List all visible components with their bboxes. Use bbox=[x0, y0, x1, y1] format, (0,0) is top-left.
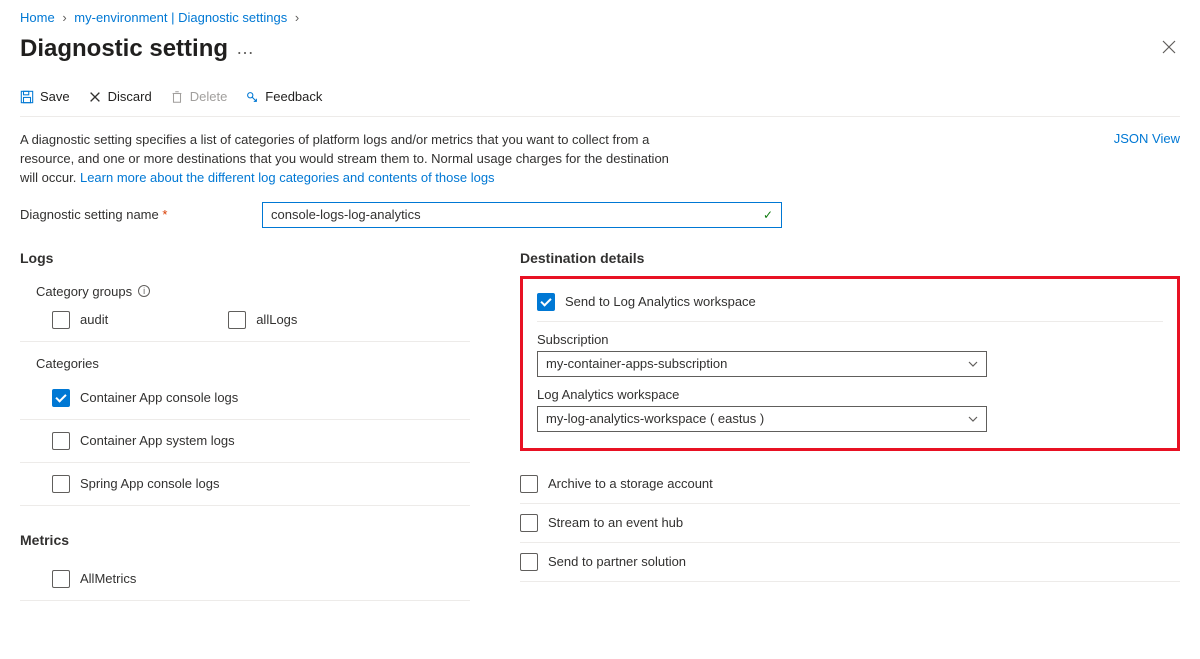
close-icon bbox=[1162, 40, 1176, 54]
workspace-label: Log Analytics workspace bbox=[537, 377, 1163, 406]
save-icon bbox=[20, 90, 34, 104]
eventhub-row: Stream to an event hub bbox=[520, 504, 1180, 543]
json-view-link[interactable]: JSON View bbox=[1114, 131, 1180, 146]
logs-heading: Logs bbox=[20, 250, 470, 276]
subscription-value: my-container-apps-subscription bbox=[546, 356, 727, 371]
page-title: Diagnostic setting bbox=[20, 35, 228, 63]
eventhub-checkbox[interactable] bbox=[520, 514, 538, 532]
all-metrics-checkbox[interactable] bbox=[52, 570, 70, 588]
learn-more-link[interactable]: Learn more about the different log categ… bbox=[80, 170, 495, 185]
save-label: Save bbox=[40, 89, 70, 104]
chevron-down-icon bbox=[968, 359, 978, 369]
name-input-value: console-logs-log-analytics bbox=[271, 207, 421, 222]
validation-check-icon: ✓ bbox=[763, 208, 773, 222]
breadcrumb: Home › my-environment | Diagnostic setti… bbox=[20, 0, 1180, 31]
breadcrumb-home[interactable]: Home bbox=[20, 10, 55, 25]
feedback-icon bbox=[245, 90, 259, 104]
subscription-select[interactable]: my-container-apps-subscription bbox=[537, 351, 987, 377]
toolbar: Save Discard Delete Feedback bbox=[20, 81, 1180, 117]
close-button[interactable] bbox=[1158, 36, 1180, 63]
breadcrumb-environment[interactable]: my-environment | Diagnostic settings bbox=[74, 10, 287, 25]
chevron-right-icon: › bbox=[62, 10, 66, 25]
subscription-label: Subscription bbox=[537, 322, 1163, 351]
audit-label: audit bbox=[80, 312, 108, 327]
audit-checkbox[interactable] bbox=[52, 311, 70, 329]
spring-logs-label: Spring App console logs bbox=[80, 476, 219, 491]
chevron-right-icon: › bbox=[295, 10, 299, 25]
category-groups-label: Category groups bbox=[36, 284, 132, 299]
law-row: Send to Log Analytics workspace bbox=[537, 289, 1163, 322]
more-menu-button[interactable]: … bbox=[236, 38, 254, 59]
workspace-value: my-log-analytics-workspace ( eastus ) bbox=[546, 411, 764, 426]
archive-row: Archive to a storage account bbox=[520, 465, 1180, 504]
all-logs-checkbox[interactable] bbox=[228, 311, 246, 329]
save-button[interactable]: Save bbox=[20, 89, 70, 104]
eventhub-label: Stream to an event hub bbox=[548, 515, 683, 530]
workspace-select[interactable]: my-log-analytics-workspace ( eastus ) bbox=[537, 406, 987, 432]
delete-icon bbox=[170, 90, 184, 104]
discard-icon bbox=[88, 90, 102, 104]
description-text: A diagnostic setting specifies a list of… bbox=[20, 131, 680, 188]
log-analytics-highlight: Send to Log Analytics workspace Subscrip… bbox=[520, 276, 1180, 451]
info-icon[interactable]: i bbox=[138, 285, 150, 297]
partner-checkbox[interactable] bbox=[520, 553, 538, 571]
law-checkbox[interactable] bbox=[537, 293, 555, 311]
categories-label: Categories bbox=[36, 356, 99, 371]
feedback-label: Feedback bbox=[265, 89, 322, 104]
discard-button[interactable]: Discard bbox=[88, 89, 152, 104]
archive-label: Archive to a storage account bbox=[548, 476, 713, 491]
spring-logs-checkbox[interactable] bbox=[52, 475, 70, 493]
feedback-button[interactable]: Feedback bbox=[245, 89, 322, 104]
required-indicator: * bbox=[162, 207, 167, 222]
partner-label: Send to partner solution bbox=[548, 554, 686, 569]
name-field-label: Diagnostic setting name * bbox=[20, 207, 258, 222]
delete-button: Delete bbox=[170, 89, 228, 104]
all-metrics-label: AllMetrics bbox=[80, 571, 136, 586]
console-logs-label: Container App console logs bbox=[80, 390, 238, 405]
all-logs-label: allLogs bbox=[256, 312, 297, 327]
system-logs-checkbox[interactable] bbox=[52, 432, 70, 450]
diagnostic-name-input[interactable]: console-logs-log-analytics ✓ bbox=[262, 202, 782, 228]
metrics-heading: Metrics bbox=[20, 506, 470, 558]
console-logs-checkbox[interactable] bbox=[52, 389, 70, 407]
delete-label: Delete bbox=[190, 89, 228, 104]
destination-heading: Destination details bbox=[520, 250, 1180, 276]
law-label: Send to Log Analytics workspace bbox=[565, 294, 756, 309]
discard-label: Discard bbox=[108, 89, 152, 104]
chevron-down-icon bbox=[968, 414, 978, 424]
archive-checkbox[interactable] bbox=[520, 475, 538, 493]
partner-row: Send to partner solution bbox=[520, 543, 1180, 582]
system-logs-label: Container App system logs bbox=[80, 433, 235, 448]
